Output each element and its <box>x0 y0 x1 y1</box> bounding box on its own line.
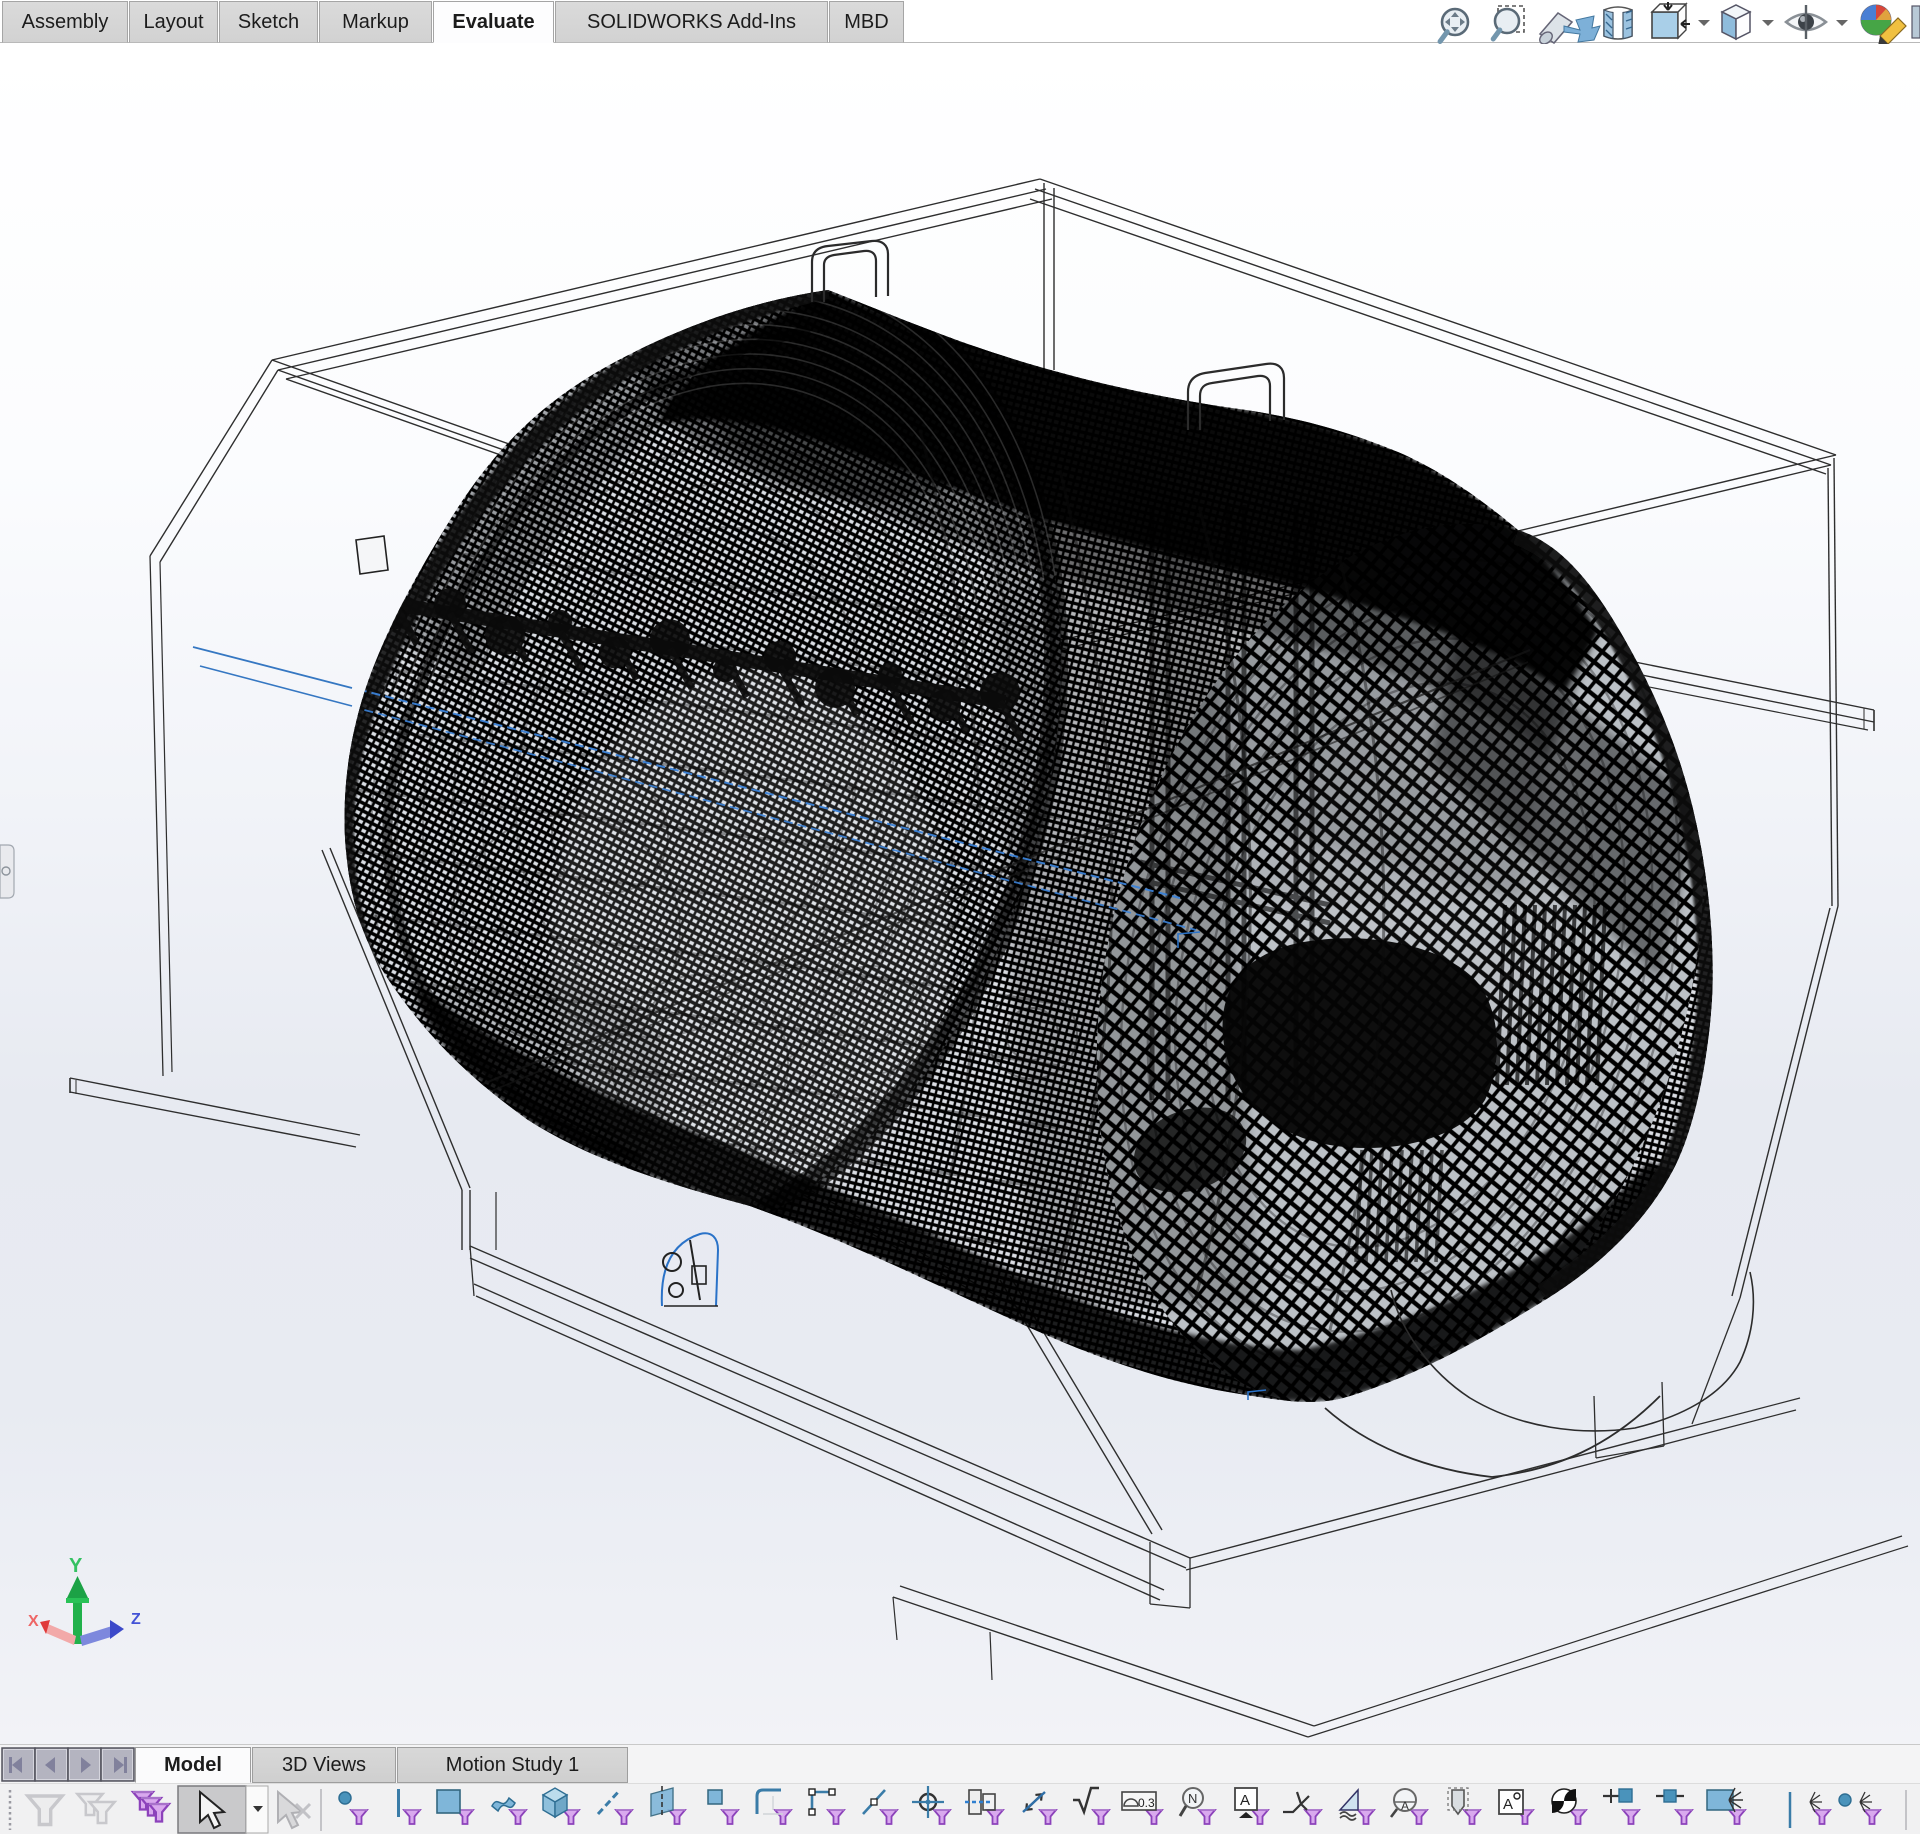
svg-text:N: N <box>1188 1791 1197 1806</box>
svg-text:0.3: 0.3 <box>1138 1796 1155 1810</box>
svg-text:Z: Z <box>131 1611 141 1628</box>
svg-text:Y: Y <box>69 1555 83 1577</box>
svg-text:A: A <box>1503 1796 1513 1813</box>
svg-text:A: A <box>1240 1792 1250 1809</box>
svg-text:X: X <box>28 1613 39 1630</box>
svg-text:A: A <box>1401 1799 1409 1813</box>
